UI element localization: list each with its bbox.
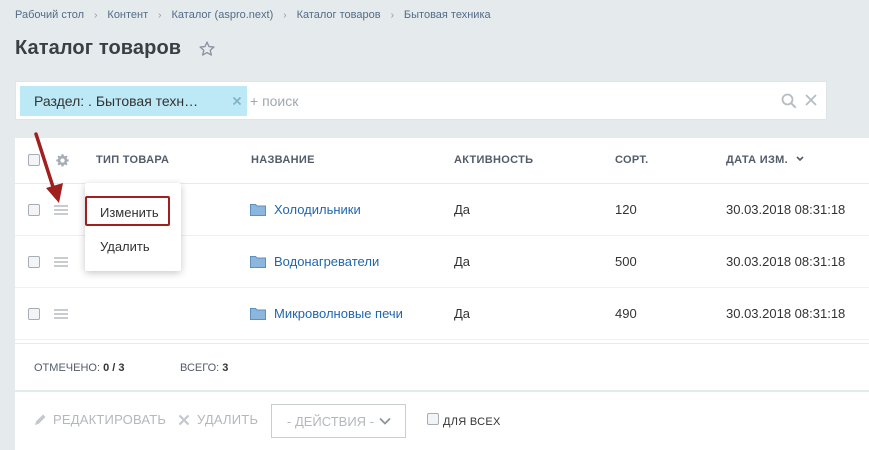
clear-icon[interactable] <box>804 93 818 107</box>
for-all-label: ДЛЯ ВСЕХ <box>443 416 501 428</box>
sort-desc-icon <box>796 156 804 162</box>
column-header-date[interactable]: ДАТА ИЗМ. <box>726 154 805 166</box>
folder-icon <box>250 308 266 320</box>
search-input[interactable] <box>250 91 550 111</box>
menu-item-edit[interactable]: Изменить <box>85 197 181 227</box>
column-header-name[interactable]: НАЗВАНИЕ <box>251 154 315 166</box>
row-menu-icon[interactable] <box>53 204 69 216</box>
pencil-icon <box>35 414 46 425</box>
row-active: Да <box>454 254 471 269</box>
row-date: 30.03.2018 08:31:18 <box>726 202 846 217</box>
menu-item-delete[interactable]: Удалить <box>85 231 181 261</box>
row-checkbox[interactable] <box>28 308 40 320</box>
for-all-checkbox[interactable] <box>427 413 439 425</box>
column-header-type[interactable]: ТИП ТОВАРА <box>96 154 169 166</box>
breadcrumb-item-appliances[interactable]: Бытовая техника <box>404 9 491 21</box>
selected-count: ОТМЕЧЕНО: 0 / 3 <box>34 362 124 374</box>
row-name-link[interactable]: Водонагреватели <box>274 254 379 269</box>
search-icon[interactable] <box>780 92 798 110</box>
row-sort: 490 <box>615 306 637 321</box>
select-all-checkbox[interactable] <box>28 154 40 166</box>
breadcrumb-item-product-catalog[interactable]: Каталог товаров <box>297 9 381 21</box>
breadcrumb-separator: › <box>94 9 98 21</box>
column-header-sort[interactable]: СОРТ. <box>615 154 648 166</box>
selected-count-label: ОТМЕЧЕНО: <box>34 362 100 374</box>
folder-icon <box>250 204 266 216</box>
breadcrumb-item-content[interactable]: Контент <box>107 9 148 21</box>
breadcrumb-item-catalog-aspro[interactable]: Каталог (aspro.next) <box>172 9 274 21</box>
page-title-row: Каталог товаров <box>15 37 216 60</box>
row-date: 30.03.2018 08:31:18 <box>726 254 846 269</box>
star-icon[interactable] <box>198 40 216 58</box>
column-header-active[interactable]: АКТИВНОСТЬ <box>454 154 533 166</box>
actions-dropdown[interactable]: - ДЕЙСТВИЯ - <box>271 404 406 438</box>
breadcrumb-item-desktop[interactable]: Рабочий стол <box>15 9 84 21</box>
breadcrumb-separator: › <box>390 9 394 21</box>
total-count-label: ВСЕГО: <box>180 362 220 374</box>
breadcrumb: Рабочий стол › Контент › Каталог (aspro.… <box>15 9 491 21</box>
row-date: 30.03.2018 08:31:18 <box>726 306 846 321</box>
table-row[interactable]: Микроволновые печи Да 490 30.03.2018 08:… <box>15 288 869 340</box>
chip-close-icon[interactable] <box>230 94 244 108</box>
row-name-link[interactable]: Микроволновые печи <box>274 306 403 321</box>
filter-chip-section[interactable]: Раздел: . Бытовая техн… <box>20 86 247 116</box>
grid-footer: ОТМЕЧЕНО: 0 / 3 ВСЕГО: 3 <box>15 343 869 390</box>
row-sort: 500 <box>615 254 637 269</box>
delete-button-label: УДАЛИТЬ <box>197 412 259 427</box>
chevron-down-icon <box>379 417 391 425</box>
selected-count-value: 0 / 3 <box>103 362 125 374</box>
breadcrumb-separator: › <box>283 9 287 21</box>
row-active: Да <box>454 306 471 321</box>
filter-bar: Раздел: . Бытовая техн… <box>15 81 827 120</box>
row-active: Да <box>454 202 471 217</box>
total-count-value: 3 <box>222 362 229 374</box>
close-icon <box>178 414 190 425</box>
action-bar: РЕДАКТИРОВАТЬ УДАЛИТЬ - ДЕЙСТВИЯ - ДЛЯ В… <box>15 392 869 450</box>
context-menu: Изменить Удалить <box>85 183 181 271</box>
column-header-date-label: ДАТА ИЗМ. <box>726 154 788 166</box>
edit-button-label: РЕДАКТИРОВАТЬ <box>53 412 167 427</box>
row-menu-icon[interactable] <box>53 256 69 268</box>
row-checkbox[interactable] <box>28 204 40 216</box>
row-menu-icon[interactable] <box>53 308 69 320</box>
gear-icon[interactable] <box>55 153 70 168</box>
delete-button[interactable]: УДАЛИТЬ <box>177 412 258 427</box>
breadcrumb-separator: › <box>158 9 162 21</box>
actions-dropdown-value: - ДЕЙСТВИЯ - <box>287 413 375 429</box>
page-title: Каталог товаров <box>15 37 182 59</box>
folder-icon <box>250 256 266 268</box>
row-name-link[interactable]: Холодильники <box>274 202 361 217</box>
row-checkbox[interactable] <box>28 256 40 268</box>
edit-button[interactable]: РЕДАКТИРОВАТЬ <box>33 412 166 427</box>
total-count: ВСЕГО: 3 <box>180 362 228 374</box>
row-sort: 120 <box>615 202 637 217</box>
filter-chip-label: Раздел: . Бытовая техн… <box>34 93 199 109</box>
grid-header: ТИП ТОВАРА НАЗВАНИЕ АКТИВНОСТЬ СОРТ. ДАТ… <box>15 138 869 184</box>
